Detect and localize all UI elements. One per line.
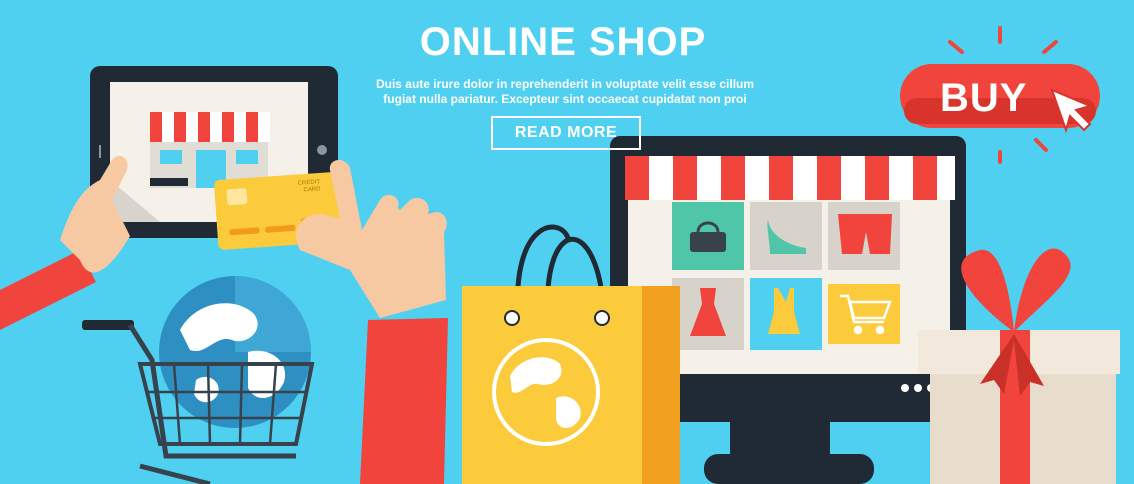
left-hand — [0, 155, 130, 330]
online-shop-banner: ONLINE SHOP Duis aute irure dolor in rep… — [0, 0, 1134, 484]
shop-storefront-icon — [150, 112, 270, 188]
page-title: ONLINE SHOP — [419, 20, 707, 64]
illustration — [0, 26, 1120, 484]
credit-card-label: CREDIT CARD — [298, 179, 321, 195]
awning — [625, 156, 955, 200]
globe-icon — [159, 276, 311, 428]
buy-button-label[interactable]: BUY — [940, 76, 1027, 121]
read-more-button[interactable]: READ MORE — [491, 116, 641, 150]
